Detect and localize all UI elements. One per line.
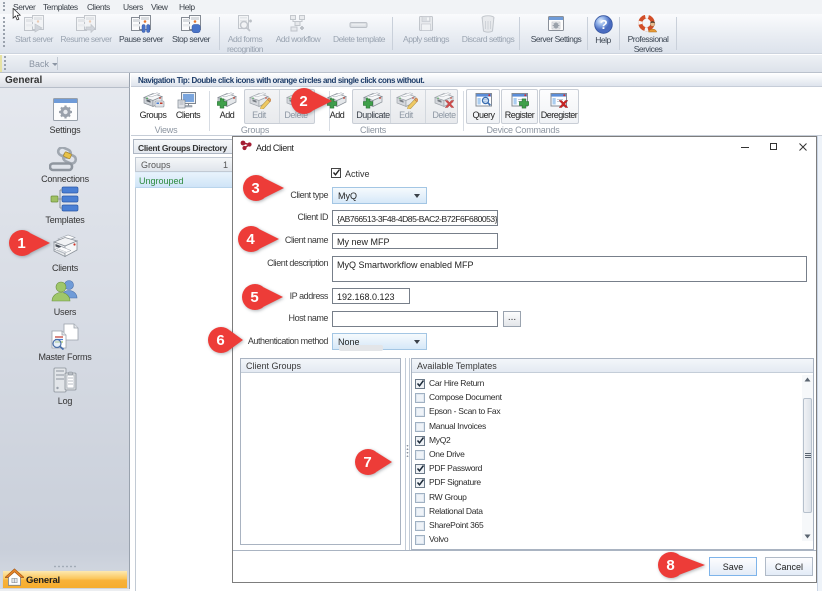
svg-text:7: 7	[363, 454, 371, 471]
svg-text:1: 1	[17, 235, 25, 252]
svg-text:8: 8	[666, 557, 674, 574]
svg-text:4: 4	[246, 231, 255, 248]
svg-text:?: ?	[599, 17, 607, 32]
svg-text:6: 6	[216, 332, 224, 349]
svg-text:2: 2	[299, 93, 307, 110]
svg-text:3: 3	[251, 180, 259, 197]
svg-text:5: 5	[250, 289, 258, 306]
